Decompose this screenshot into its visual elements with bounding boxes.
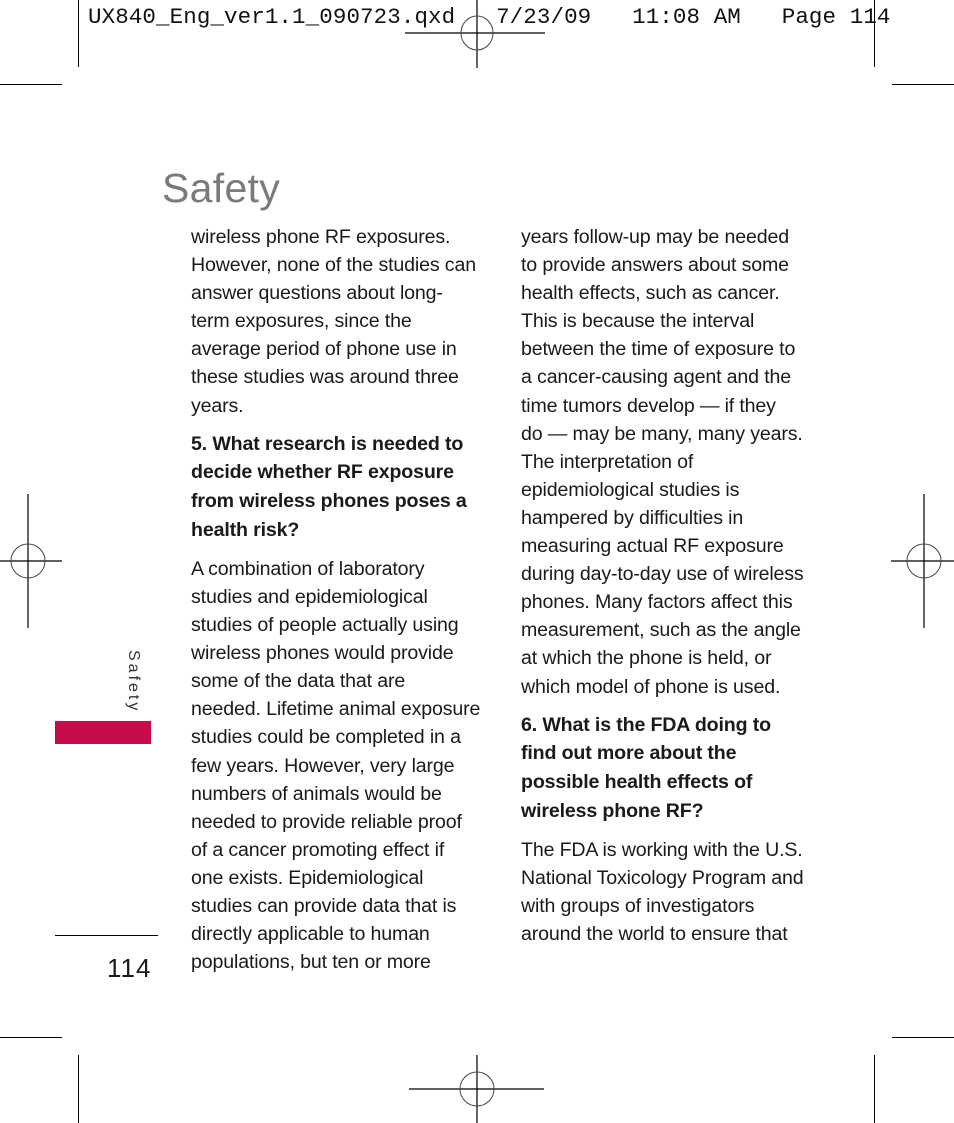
- text-line: However, none of the studies can: [191, 254, 476, 277]
- crop-mark: [0, 1037, 62, 1038]
- crop-mark: [892, 84, 954, 85]
- text-line: term exposures, since the: [191, 310, 412, 333]
- text-line: phones. Many factors affect this: [521, 591, 793, 614]
- text-line: studies could be completed in a: [191, 726, 461, 749]
- side-section-label-text: Safety: [125, 650, 142, 714]
- crop-mark: [78, 0, 79, 67]
- registration-mark-top: [405, 0, 545, 68]
- registration-mark-bottom: [409, 1055, 544, 1123]
- text-line: around the world to ensure that: [521, 923, 788, 946]
- text-line: hampered by difficulties in: [521, 506, 744, 529]
- text-line: numbers of animals would be: [191, 782, 442, 805]
- text-line: years follow-up may be needed: [521, 226, 789, 248]
- crop-mark: [78, 1055, 79, 1123]
- paragraph: The FDA is working with the U.S. Nationa…: [521, 836, 804, 948]
- crop-mark: [0, 84, 62, 85]
- heading-line: wireless phone RF?: [521, 799, 704, 822]
- text-line: studies of people actually using: [191, 614, 459, 637]
- text-line: epidemiological studies is: [521, 478, 740, 501]
- footer-rule: [55, 935, 158, 936]
- heading-line: find out more about the: [521, 742, 737, 765]
- text-line: health effects, such as cancer.: [521, 282, 780, 305]
- text-line: to provide answers about some: [521, 254, 789, 277]
- text-line: wireless phones would provide: [191, 642, 454, 665]
- text-line: some of the data that are: [191, 670, 406, 693]
- text-line: The interpretation of: [521, 450, 694, 473]
- text-line: needed. Lifetime animal exposure: [191, 698, 481, 721]
- paragraph: wireless phone RF exposures. However, no…: [191, 223, 480, 420]
- text-column-1: wireless phone RF exposures. However, no…: [191, 223, 480, 976]
- page-title: Safety: [162, 165, 281, 212]
- crop-mark: [892, 1037, 954, 1038]
- text-line: with groups of investigators: [521, 894, 755, 917]
- text-line: wireless phone RF exposures.: [191, 226, 451, 248]
- text-line: one exists. Epidemiological: [191, 866, 424, 889]
- text-line: This is because the interval: [521, 310, 755, 333]
- registration-mark-right: [891, 494, 954, 628]
- text-line: between the time of exposure to: [521, 338, 796, 361]
- text-line: of a cancer promoting effect if: [191, 838, 445, 861]
- text-line: A combination of laboratory: [191, 557, 425, 580]
- text-line: studies can provide data that is: [191, 894, 457, 917]
- crop-mark: [874, 1055, 875, 1123]
- heading-line: decide whether RF exposure: [191, 461, 454, 484]
- heading-line: from wireless phones poses a: [191, 490, 467, 513]
- text-column-2: years follow-up may be needed to provide…: [521, 223, 804, 948]
- text-line: a cancer-causing agent and the: [521, 366, 792, 389]
- page-number: 114: [107, 953, 152, 983]
- text-line: average period of phone use in: [191, 338, 457, 361]
- paragraph: A combination of laboratory studies and …: [191, 555, 480, 976]
- section-tab-marker: [55, 721, 151, 744]
- text-line: these studies was around three: [191, 366, 459, 389]
- heading-line: possible health effects of: [521, 771, 753, 794]
- text-line: at which the phone is held, or: [521, 647, 772, 670]
- question-heading-5: 5. What research is needed to decide whe…: [191, 430, 480, 545]
- text-line: years.: [191, 394, 244, 417]
- text-line: time tumors develop — if they: [521, 394, 776, 417]
- crop-mark: [874, 0, 875, 67]
- paragraph: years follow-up may be needed to provide…: [521, 223, 804, 701]
- text-line: do — may be many, many years.: [521, 422, 803, 445]
- text-line: needed to provide reliable proof: [191, 810, 462, 833]
- text-line: which model of phone is used.: [521, 675, 781, 698]
- text-line: measuring actual RF exposure: [521, 535, 784, 558]
- text-line: directly applicable to human: [191, 923, 430, 946]
- heading-line: health risk?: [191, 519, 300, 542]
- text-line: populations, but ten or more: [191, 951, 431, 974]
- text-line: National Toxicology Program and: [521, 866, 804, 889]
- question-heading-6: 6. What is the FDA doing to find out mor…: [521, 711, 804, 826]
- text-line: answer questions about long-: [191, 282, 443, 305]
- heading-line: 6. What is the FDA doing to: [521, 713, 771, 736]
- text-line: during day-to-day use of wireless: [521, 563, 804, 586]
- text-line: studies and epidemiological: [191, 585, 428, 608]
- text-line: few years. However, very large: [191, 754, 455, 777]
- text-line: measurement, such as the angle: [521, 619, 801, 642]
- text-line: The FDA is working with the U.S.: [521, 838, 803, 861]
- side-section-label: Safety: [122, 650, 142, 715]
- registration-mark-left: [0, 494, 62, 628]
- heading-line: 5. What research is needed to: [191, 432, 464, 455]
